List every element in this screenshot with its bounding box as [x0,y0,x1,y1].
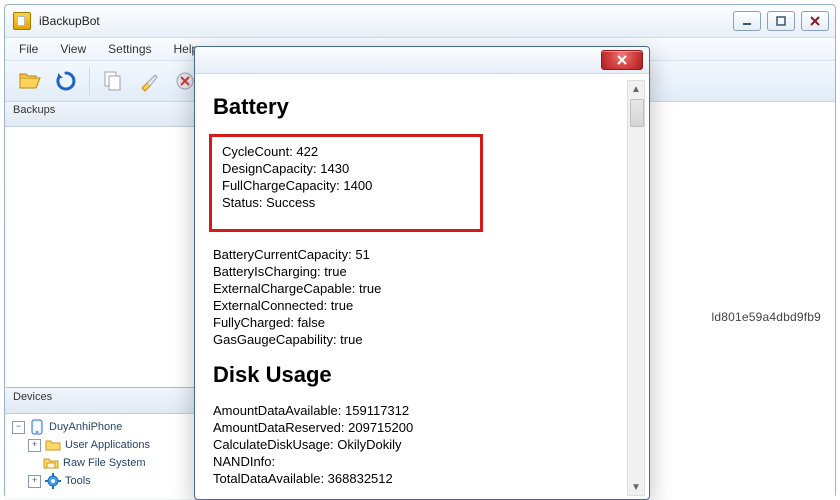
phone-icon [29,419,45,435]
folder-icon [45,437,61,453]
tree-raw-fs-label: Raw File System [63,457,146,469]
tree-tools-label: Tools [65,475,91,487]
gear-icon [45,473,61,489]
tree-spacer [28,458,39,469]
left-column: Backups Devices − DuyAnhiPhone + [5,102,204,500]
tree-user-apps-row[interactable]: + User Applications [12,436,202,454]
copy-icon [103,70,123,92]
kv-row: AmountDataAvailable: 159117312 [213,402,621,419]
open-folder-button[interactable] [15,66,45,96]
kv-row: TotalDataAvailable: 368832512 [213,470,621,487]
toolbar-separator [89,67,90,95]
kv-row: AmountDataReserved: 209715200 [213,419,621,436]
disk-usage-stats: AmountDataAvailable: 159117312AmountData… [213,402,621,487]
devices-panel-header: Devices [5,389,203,414]
close-icon [808,15,822,27]
scroll-down-icon[interactable]: ▼ [628,479,644,495]
menu-settings[interactable]: Settings [104,40,155,58]
tree-device-label: DuyAnhiPhone [49,421,122,433]
backups-panel[interactable] [6,127,202,388]
folder-open-icon [18,70,42,92]
kv-row: NANDInfo: [213,453,621,470]
brush-button[interactable] [134,66,164,96]
tree-raw-fs-row[interactable]: Raw File System [12,454,202,472]
scroll-up-icon[interactable]: ▲ [628,81,644,97]
close-icon [616,55,628,65]
titlebar: iBackupBot [5,5,835,38]
copy-button[interactable] [98,66,128,96]
tree-tools-row[interactable]: + Tools [12,472,202,490]
kv-row: FullChargeCapacity: 1400 [222,177,470,194]
info-dialog: ▲ ▼ Battery CycleCount: 422DesignCapacit… [194,46,650,500]
minimize-icon [741,16,753,26]
dialog-scrollbar[interactable]: ▲ ▼ [627,80,645,496]
kv-row: Status: Success [222,194,470,211]
kv-row: ExternalConnected: true [213,297,621,314]
window-title: iBackupBot [39,14,733,28]
devices-panel: − DuyAnhiPhone + User Applications [6,414,202,499]
backups-panel-header: Backups [5,102,203,127]
refresh-button[interactable] [51,66,81,96]
minimize-button[interactable] [733,11,761,31]
maximize-icon [775,16,787,26]
close-button[interactable] [801,11,829,31]
dialog-close-button[interactable] [601,50,643,70]
disk-usage-heading: Disk Usage [213,362,621,388]
kv-row: CalculateDiskUsage: OkilyDokily [213,436,621,453]
highlight-box: CycleCount: 422DesignCapacity: 1430FullC… [209,134,483,232]
brush-icon [138,70,160,92]
maximize-button[interactable] [767,11,795,31]
expand-icon[interactable]: + [28,439,41,452]
expand-icon[interactable]: + [28,475,41,488]
battery-primary-stats: CycleCount: 422DesignCapacity: 1430FullC… [222,143,470,211]
delete-icon [175,70,195,92]
window-controls [733,11,829,31]
device-tree: − DuyAnhiPhone + User Applications [6,414,202,494]
kv-row: DesignCapacity: 1430 [222,160,470,177]
tree-user-apps-label: User Applications [65,439,150,451]
kv-row: BatteryCurrentCapacity: 51 [213,246,621,263]
tree-device-row[interactable]: − DuyAnhiPhone [12,418,202,436]
kv-row: GasGaugeCapability: true [213,331,621,348]
battery-heading: Battery [213,94,621,120]
kv-row: CycleCount: 422 [222,143,470,160]
menu-view[interactable]: View [56,40,90,58]
backup-hash-text: ld801e59a4dbd9fb9 [711,310,821,324]
folders-icon [43,455,59,471]
battery-secondary-stats: BatteryCurrentCapacity: 51BatteryIsCharg… [213,246,621,348]
kv-row: ExternalChargeCapable: true [213,280,621,297]
collapse-icon[interactable]: − [12,421,25,434]
kv-row: BatteryIsCharging: true [213,263,621,280]
dialog-body: ▲ ▼ Battery CycleCount: 422DesignCapacit… [195,74,649,500]
kv-row: FullyCharged: false [213,314,621,331]
scroll-thumb[interactable] [630,99,644,127]
dialog-titlebar [195,47,649,74]
app-icon [13,12,31,30]
refresh-icon [55,70,77,92]
menu-file[interactable]: File [15,40,42,58]
